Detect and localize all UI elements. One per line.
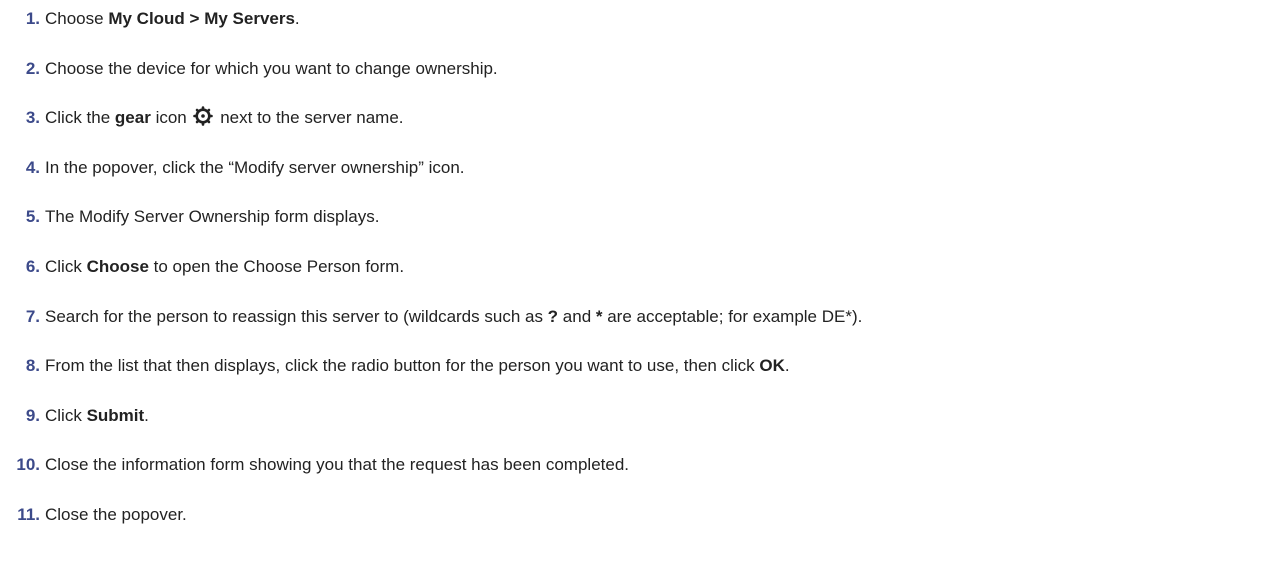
step-bold-term: OK	[759, 356, 785, 376]
step-number: 11.	[17, 505, 40, 524]
step-text-segment: Search for the person to reassign this s…	[45, 306, 548, 326]
step-text-segment: Close the popover.	[45, 505, 187, 524]
step-number: 8.	[25, 356, 40, 376]
step-number: 7.	[25, 306, 40, 326]
step-bold-term: *	[595, 306, 603, 326]
step-bold-term: Choose	[86, 257, 149, 276]
step-text-segment: In the popover, click the “Modify server…	[45, 157, 465, 177]
step-text-segment: Click	[45, 405, 87, 425]
step-number: 2.	[25, 58, 40, 78]
step-item: 3. Click the gear icon next to the server…	[0, 106, 404, 130]
step-text-segment: The Modify Server Ownership form display…	[45, 207, 380, 227]
step-item: 9. Click Submit.	[0, 404, 149, 428]
step-text: Choose My Cloud > My Servers.	[45, 9, 300, 28]
step-text-segment: Click the	[45, 108, 115, 128]
step-text: In the popover, click the “Modify server…	[45, 158, 465, 177]
step-text: Click Choose to open the Choose Person f…	[45, 257, 404, 276]
step-number: 9.	[25, 405, 40, 425]
step-bold-term: My Cloud > My Servers	[108, 9, 295, 28]
step-text-segment: .	[784, 356, 790, 376]
step-item: 6. Click Choose to open the Choose Person…	[0, 255, 404, 279]
step-text-segment: Choose the device for which you want to …	[45, 58, 498, 78]
step-text: Click the gear icon next to the server n…	[45, 106, 404, 128]
step-bold-term: gear	[114, 108, 151, 128]
step-number: 3.	[25, 108, 40, 128]
step-text: Close the popover.	[45, 505, 187, 524]
step-item: 1. Choose My Cloud > My Servers.	[0, 7, 300, 31]
step-text-segment: Click	[45, 257, 87, 276]
step-number: 10.	[16, 455, 40, 475]
gear-icon	[193, 106, 214, 126]
step-text-segment: .	[294, 9, 300, 28]
step-text-segment: icon	[150, 108, 192, 128]
step-text-segment: are acceptable; for example DE*).	[602, 306, 863, 326]
step-text: The Modify Server Ownership form display…	[45, 207, 379, 226]
step-number: 6.	[25, 257, 40, 276]
step-item: 7. Search for the person to reassign this…	[0, 305, 863, 329]
step-item: 2. Choose the device for which you want t…	[0, 57, 498, 81]
step-text-segment: .	[144, 405, 149, 425]
step-text: Close the information form showing you t…	[45, 455, 629, 474]
step-text-segment: and	[558, 306, 596, 326]
step-bold-term: ?	[547, 306, 559, 326]
step-text-segment: next to the server name.	[215, 108, 404, 128]
step-text-segment: From the list that then displays, click …	[45, 356, 760, 376]
step-number: 1.	[25, 9, 40, 28]
step-bold-term: Submit	[86, 405, 145, 425]
step-text-segment: to open the Choose Person form.	[148, 257, 405, 276]
step-number: 4.	[25, 157, 40, 177]
step-number: 5.	[25, 207, 40, 227]
step-item: 10. Close the information form showing yo…	[0, 453, 629, 477]
step-item: 11. Close the popover.	[0, 503, 187, 527]
step-text-segment: Choose	[45, 9, 109, 28]
step-item: 5. The Modify Server Ownership form displ…	[0, 205, 380, 229]
step-text-segment: Close the information form showing you t…	[45, 455, 630, 475]
step-text: From the list that then displays, click …	[45, 356, 790, 375]
step-text: Search for the person to reassign this s…	[45, 307, 862, 326]
step-item: 4. In the popover, click the “Modify serv…	[0, 156, 465, 180]
step-text: Click Submit.	[45, 406, 149, 425]
step-text: Choose the device for which you want to …	[45, 59, 498, 78]
step-item: 8. From the list that then displays, clic…	[0, 354, 790, 378]
